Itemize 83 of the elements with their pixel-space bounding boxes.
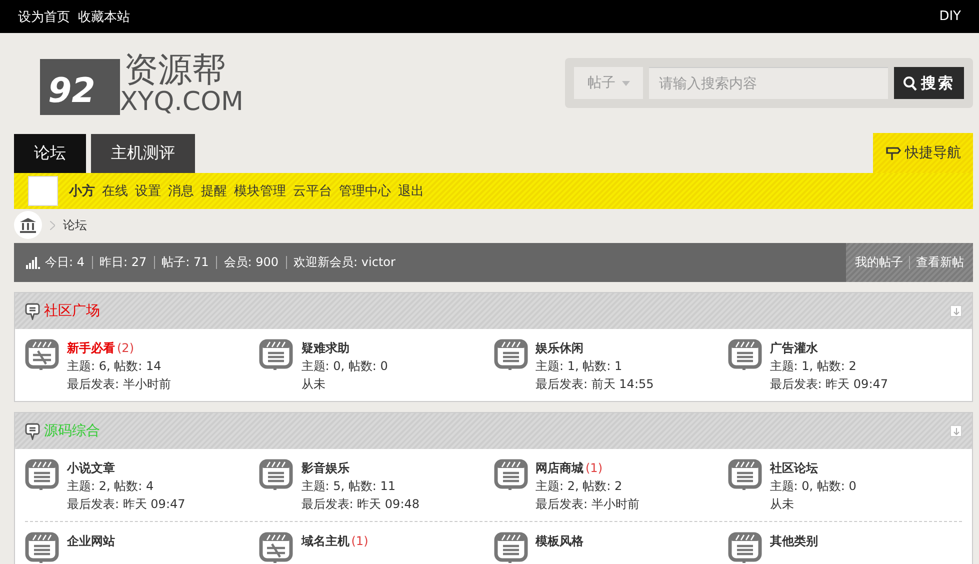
- last-post-text: 最后发表: 半小时前: [67, 376, 171, 393]
- forum-stats: 主题: 5, 帖数: 11: [301, 478, 396, 495]
- forum-name-link[interactable]: 娱乐休闲: [536, 341, 584, 355]
- logo-badge: 92: [40, 59, 120, 115]
- stat-text: 帖子: 71: [162, 254, 209, 271]
- forum-icon[interactable]: [494, 459, 528, 491]
- forum-stats: 主题: 0, 帖数: 0: [301, 358, 388, 375]
- forum-icon[interactable]: [25, 459, 59, 491]
- forum-icon[interactable]: [25, 532, 59, 564]
- last-post-text: 最后发表: 前天 14:55: [536, 376, 654, 393]
- new-post-count: (2): [117, 341, 134, 355]
- forum-icon[interactable]: [494, 532, 528, 564]
- forum-stats: 主题: 2, 帖数: 4: [67, 478, 155, 495]
- forum-new-icon[interactable]: [259, 532, 294, 564]
- user-link[interactable]: 设置: [135, 182, 161, 200]
- down-arrow-icon: [952, 428, 960, 434]
- forum-name-link[interactable]: 其他类别: [770, 534, 818, 548]
- logo-domain: XYQ.COM: [120, 89, 244, 115]
- breadcrumb-link[interactable]: 论坛: [63, 216, 87, 234]
- forum-icon[interactable]: [728, 339, 762, 371]
- forum-name-link[interactable]: 影音娱乐: [301, 461, 350, 475]
- logo-title: 资源帮: [124, 51, 227, 89]
- user-link[interactable]: 管理中心: [339, 182, 391, 200]
- down-arrow-icon: [952, 308, 960, 314]
- forum-icon[interactable]: [494, 339, 528, 371]
- forum-name-link[interactable]: 社区论坛: [770, 461, 818, 475]
- forum-name-link[interactable]: 域名主机: [301, 534, 350, 548]
- stat-text: 昨日: 27: [100, 254, 147, 271]
- nav-tab[interactable]: 论坛: [14, 134, 86, 173]
- user-link[interactable]: 在线: [102, 182, 128, 200]
- home-icon[interactable]: [14, 211, 42, 239]
- collapse-button[interactable]: [950, 305, 962, 317]
- user-link[interactable]: 云平台: [293, 182, 332, 200]
- forum-name-link[interactable]: 网店商城: [536, 461, 584, 475]
- forum-name-link[interactable]: 企业网站: [67, 534, 115, 548]
- user-link[interactable]: 模块管理: [234, 182, 286, 200]
- signpost-icon: [885, 145, 901, 161]
- last-post-text: 从未: [770, 496, 795, 513]
- forum-name-link[interactable]: 模板风格: [536, 534, 584, 548]
- forum-name-link[interactable]: 广告灌水: [770, 341, 818, 355]
- stats-link[interactable]: 查看新帖: [916, 254, 964, 271]
- last-post-text: 最后发表: 昨天 09:48: [301, 496, 420, 513]
- user-link[interactable]: 消息: [168, 182, 194, 200]
- stat-text: 今日: 4: [45, 254, 84, 271]
- chevron-icon: [50, 220, 55, 230]
- nav-tab[interactable]: 主机测评: [91, 134, 195, 173]
- last-post-text: 最后发表: 昨天 09:47: [770, 376, 888, 393]
- forum-stats: 主题: 1, 帖数: 2: [770, 358, 858, 375]
- search-field[interactable]: 请输入搜索内容: [649, 67, 888, 99]
- user-link[interactable]: 退出: [398, 182, 424, 200]
- speech-bubble-icon: [25, 302, 40, 320]
- speech-bubble-icon: [25, 422, 40, 440]
- top-link[interactable]: 收藏本站: [78, 8, 130, 26]
- forum-stats: 主题: 6, 帖数: 14: [67, 358, 162, 375]
- new-post-count: (1): [351, 534, 368, 548]
- forum-stats: 主题: 1, 帖数: 1: [536, 358, 624, 375]
- forum-name-link[interactable]: 疑难求助: [301, 341, 350, 355]
- search-icon: [903, 76, 917, 90]
- collapse-button[interactable]: [950, 425, 962, 437]
- forum-new-icon[interactable]: [25, 339, 59, 371]
- stat-text: 会员: 900: [224, 254, 279, 271]
- quick-nav-button[interactable]: 快捷导航: [873, 133, 973, 173]
- last-post-text: 从未: [301, 376, 326, 393]
- diy-link[interactable]: DIY: [939, 9, 961, 24]
- last-post-text: 最后发表: 半小时前: [536, 496, 640, 513]
- caret-icon: [622, 80, 630, 86]
- forum-icon[interactable]: [259, 459, 294, 491]
- stat-text: 欢迎新会员: victor: [294, 254, 396, 271]
- forum-icon[interactable]: [728, 459, 762, 491]
- user-link[interactable]: 提醒: [201, 182, 227, 200]
- username-link[interactable]: 小方: [69, 182, 95, 200]
- forum-stats: 主题: 2, 帖数: 2: [536, 478, 624, 495]
- stats-link[interactable]: 我的帖子: [855, 254, 903, 271]
- forum-stats: 主题: 0, 帖数: 0: [770, 478, 856, 495]
- forum-icon[interactable]: [728, 532, 762, 564]
- forum-name-link[interactable]: 新手必看: [67, 341, 115, 355]
- top-link[interactable]: 设为首页: [18, 8, 70, 26]
- search-button[interactable]: 搜索: [894, 67, 964, 99]
- last-post-text: 最后发表: 昨天 09:47: [67, 496, 186, 513]
- forum-name-link[interactable]: 小说文章: [67, 461, 115, 475]
- chart-icon: [26, 256, 40, 268]
- forum-icon[interactable]: [259, 339, 294, 371]
- new-post-count: (1): [586, 461, 602, 475]
